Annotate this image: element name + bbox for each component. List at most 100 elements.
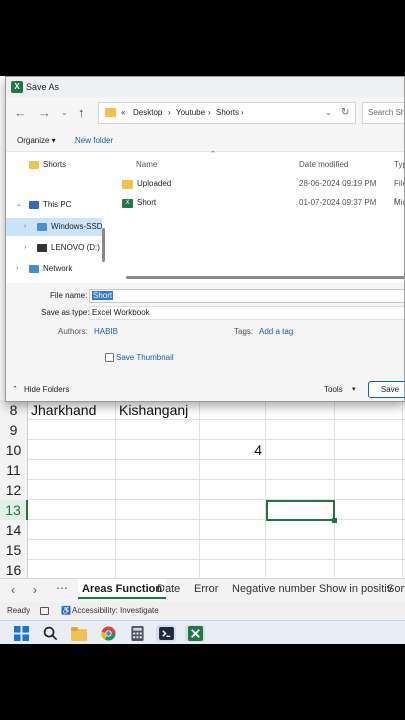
forward-arrow-icon[interactable]: → bbox=[38, 105, 51, 120]
row-header[interactable]: 10 bbox=[0, 440, 28, 460]
cell-e[interactable] bbox=[335, 460, 403, 480]
row-header[interactable]: 15 bbox=[0, 540, 28, 560]
cell-d[interactable] bbox=[266, 440, 335, 460]
file-name-field[interactable]: Short bbox=[89, 289, 404, 303]
cell-c[interactable] bbox=[200, 480, 266, 500]
windows-start-icon[interactable] bbox=[12, 625, 30, 642]
row-header[interactable]: 12 bbox=[0, 480, 28, 500]
cell-b[interactable] bbox=[116, 440, 200, 460]
tree-item[interactable]: › Network bbox=[6, 260, 102, 278]
cell-a[interactable] bbox=[28, 420, 116, 440]
up-arrow-icon[interactable]: ↑ bbox=[78, 105, 85, 120]
recent-locations-chevron-icon[interactable]: ⌄ bbox=[61, 108, 68, 117]
cell-a[interactable] bbox=[28, 440, 116, 460]
breadcrumb-item[interactable]: Shorts bbox=[216, 103, 239, 123]
cell-e[interactable] bbox=[335, 540, 403, 560]
sheet-tab[interactable]: Sort bbox=[387, 583, 405, 595]
cell-e[interactable] bbox=[335, 560, 403, 580]
tree-item[interactable]: ⌄ This PC bbox=[6, 196, 102, 214]
tree-item[interactable]: › LENOVO (D:) bbox=[6, 239, 102, 257]
prev-sheet-icon[interactable]: ‹ bbox=[11, 583, 15, 597]
row-header[interactable]: 11 bbox=[0, 460, 28, 480]
cell-e[interactable] bbox=[335, 500, 403, 520]
cell-c[interactable] bbox=[200, 500, 266, 520]
file-list-scrollbar[interactable] bbox=[126, 276, 404, 279]
tools-dropdown-icon[interactable]: ▾ bbox=[352, 377, 356, 401]
sheet-tab[interactable]: Negative number Show in positiv bbox=[232, 583, 392, 595]
tree-expand-icon[interactable]: › bbox=[24, 218, 26, 236]
row-header[interactable]: 16 bbox=[0, 560, 28, 580]
search-input[interactable]: Search Sho bbox=[362, 102, 404, 124]
row-header[interactable]: 14 bbox=[0, 520, 28, 540]
cell-b[interactable] bbox=[116, 520, 200, 540]
tools-button[interactable]: Tools bbox=[324, 377, 343, 401]
selected-cell[interactable] bbox=[266, 500, 337, 523]
tree-item[interactable]: › Windows-SSD bbox=[6, 218, 103, 236]
cell-c[interactable] bbox=[200, 400, 266, 420]
row-header[interactable]: 8 bbox=[0, 400, 28, 420]
file-explorer-icon[interactable] bbox=[70, 625, 88, 642]
sheet-tab[interactable]: Date bbox=[157, 583, 180, 595]
cell-d[interactable] bbox=[266, 520, 335, 540]
tree-expand-icon[interactable]: ⌄ bbox=[16, 196, 22, 214]
cell-d[interactable] bbox=[266, 540, 335, 560]
excel-taskbar-icon[interactable] bbox=[185, 625, 205, 642]
cell-a[interactable] bbox=[28, 500, 116, 520]
tags-value[interactable]: Add a tag bbox=[259, 327, 293, 336]
cell-b[interactable] bbox=[116, 500, 200, 520]
cell-c[interactable] bbox=[200, 520, 266, 540]
cell-d[interactable] bbox=[266, 400, 335, 420]
refresh-icon[interactable]: ↻ bbox=[341, 103, 349, 123]
tree-expand-icon[interactable]: › bbox=[24, 239, 26, 257]
cell-b[interactable]: Kishanganj bbox=[116, 400, 200, 420]
back-arrow-icon[interactable]: ← bbox=[14, 105, 27, 120]
cell-b[interactable] bbox=[116, 540, 200, 560]
sheet-tab[interactable]: Error bbox=[194, 583, 218, 595]
cell-e[interactable] bbox=[335, 420, 403, 440]
cell-e[interactable] bbox=[335, 440, 403, 460]
cell-b[interactable] bbox=[116, 420, 200, 440]
cell-a[interactable] bbox=[28, 560, 116, 580]
hide-folders-button[interactable]: Hide Folders bbox=[24, 377, 69, 401]
authors-value[interactable]: HABIB bbox=[94, 327, 118, 336]
address-bar[interactable]: «Desktop › Youtube › Shorts › ⌄ ↻ bbox=[98, 102, 356, 124]
new-folder-button[interactable]: New folder bbox=[75, 131, 113, 151]
cell-d[interactable] bbox=[266, 480, 335, 500]
save-as-type-select[interactable]: Excel Workbook bbox=[89, 306, 404, 320]
column-type[interactable]: Type bbox=[394, 160, 404, 169]
cell-c[interactable] bbox=[200, 460, 266, 480]
cell-d[interactable] bbox=[266, 460, 335, 480]
calculator-icon[interactable] bbox=[128, 625, 146, 642]
cell-a[interactable] bbox=[28, 520, 116, 540]
cell-e[interactable] bbox=[335, 480, 403, 500]
cell-a[interactable] bbox=[28, 540, 116, 560]
breadcrumb-item[interactable]: Desktop bbox=[133, 103, 162, 123]
cell-a[interactable]: Jharkhand bbox=[28, 400, 116, 420]
cell-b[interactable] bbox=[116, 560, 200, 580]
cell-a[interactable] bbox=[28, 480, 116, 500]
tree-expand-icon[interactable]: › bbox=[16, 260, 18, 278]
breadcrumb-item[interactable]: Youtube bbox=[176, 103, 205, 123]
cell-b[interactable] bbox=[116, 460, 200, 480]
cell-d[interactable] bbox=[266, 420, 335, 440]
cell-e[interactable] bbox=[335, 400, 403, 420]
cell-d[interactable] bbox=[266, 560, 335, 580]
macro-record-icon[interactable] bbox=[40, 607, 49, 615]
terminal-icon[interactable] bbox=[156, 625, 176, 642]
next-sheet-icon[interactable]: › bbox=[33, 583, 37, 597]
address-dropdown-icon[interactable]: ⌄ bbox=[325, 103, 332, 123]
sheet-tab[interactable]: Areas Function bbox=[78, 579, 167, 599]
cell-c[interactable]: 4 bbox=[200, 440, 266, 460]
more-sheets-icon[interactable]: ⋯ bbox=[56, 581, 68, 595]
organize-button[interactable]: Organize ▾ bbox=[17, 131, 56, 151]
list-item[interactable]: X Short 01-07-2024 09:37 PM Micr bbox=[116, 194, 404, 212]
search-icon[interactable] bbox=[41, 625, 59, 642]
list-item[interactable]: Uploaded28-06-2024 09:19 PMFile f bbox=[116, 175, 404, 206]
column-date-modified[interactable]: Date modified bbox=[299, 160, 348, 169]
chrome-icon[interactable] bbox=[99, 625, 117, 642]
accessibility-status[interactable]: Accessibility: Investigate bbox=[72, 602, 159, 620]
cell-a[interactable] bbox=[28, 460, 116, 480]
dialog-titlebar[interactable]: X Save As bbox=[6, 77, 404, 97]
column-name[interactable]: Name bbox=[136, 160, 157, 169]
row-header[interactable]: 9 bbox=[0, 420, 28, 440]
